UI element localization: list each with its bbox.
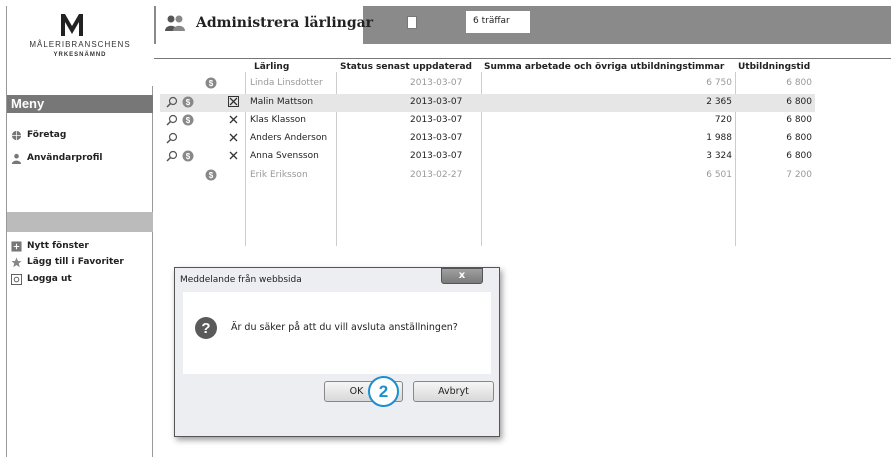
cell-hours: 720 xyxy=(714,115,732,125)
cell-utbildningstid: 6 800 xyxy=(786,97,812,107)
cell-hours: 2 365 xyxy=(706,97,732,107)
cell-status-date: 2013-03-07 xyxy=(410,97,463,107)
search-icon[interactable] xyxy=(166,114,178,126)
cell-hours: 6 750 xyxy=(706,78,732,88)
sidebar-item-logout[interactable]: Logga ut xyxy=(11,272,72,286)
dialog-title: Meddelande från webbsida xyxy=(180,275,302,285)
cell-status-date: 2013-03-07 xyxy=(410,115,463,125)
cell-status-date: 2013-03-07 xyxy=(410,151,463,161)
money-icon[interactable]: $ xyxy=(182,114,194,126)
star-icon xyxy=(11,256,22,267)
sidebar-divider-bar xyxy=(7,212,153,232)
page-title: Administrera lärlingar xyxy=(196,15,374,31)
cell-hours: 1 988 xyxy=(706,133,732,143)
confirm-dialog: Meddelande från webbsida x ? Är du säker… xyxy=(174,267,500,437)
svg-text:$: $ xyxy=(209,79,214,88)
cell-larling: Linda Linsdotter xyxy=(250,78,323,88)
svg-text:$: $ xyxy=(186,98,191,107)
sidebar-item-label: Nytt fönster xyxy=(27,241,89,251)
logo: MÅLERIBRANSCHENS YRKESNÄMND xyxy=(7,6,153,86)
money-icon[interactable]: $ xyxy=(182,150,194,162)
column-header-utbildningstid[interactable]: Utbildningstid xyxy=(738,62,810,72)
users-icon xyxy=(165,15,185,31)
search-icon[interactable] xyxy=(166,96,178,108)
money-icon[interactable]: $ xyxy=(205,77,217,89)
column-header-larling[interactable]: Lärling xyxy=(254,62,289,72)
table-row[interactable]: $ Linda Linsdotter 2013-03-07 6 750 6 800 xyxy=(160,75,815,93)
new-window-icon xyxy=(11,240,22,252)
table-row[interactable]: $ Klas Klasson 2013-03-07 720 6 800 xyxy=(160,112,815,130)
search-icon[interactable] xyxy=(166,150,178,162)
cell-hours: 6 501 xyxy=(706,170,732,180)
sidebar-item-foretag[interactable]: Företag xyxy=(11,128,66,142)
remove-icon[interactable] xyxy=(228,132,239,143)
cell-utbildningstid: 6 800 xyxy=(786,115,812,125)
logo-mark-icon xyxy=(61,14,83,36)
table-row[interactable]: $ Malin Mattson 2013-03-07 2 365 6 800 xyxy=(160,94,815,112)
cell-utbildningstid: 6 800 xyxy=(786,78,812,88)
sidebar-item-label: Företag xyxy=(27,130,67,140)
cell-larling: Malin Mattson xyxy=(250,97,314,107)
remove-icon[interactable] xyxy=(228,114,239,125)
cell-larling: Erik Eriksson xyxy=(250,170,308,180)
sidebar-item-anvandarprofil[interactable]: Användarprofil xyxy=(11,151,103,165)
cell-larling: Anders Anderson xyxy=(250,133,328,143)
cell-hours: 3 324 xyxy=(706,151,732,161)
logo-name: MÅLERIBRANSCHENS xyxy=(29,40,131,49)
document-icon[interactable] xyxy=(407,16,417,29)
table-row[interactable]: $ Anna Svensson 2013-03-07 3 324 6 800 xyxy=(160,148,815,166)
column-header-status[interactable]: Status senast uppdaterad xyxy=(340,62,472,72)
table-row[interactable]: Anders Anderson 2013-03-07 1 988 6 800 xyxy=(160,130,815,148)
header-divider xyxy=(154,58,891,59)
sidebar: MÅLERIBRANSCHENS YRKESNÄMND Meny Företag… xyxy=(6,6,153,457)
cell-utbildningstid: 6 800 xyxy=(786,133,812,143)
logout-icon xyxy=(11,273,22,285)
sidebar-item-favorites[interactable]: Lägg till i Favoriter xyxy=(11,255,124,269)
sidebar-item-label: Logga ut xyxy=(27,274,72,284)
svg-text:$: $ xyxy=(209,171,214,180)
svg-text:?: ? xyxy=(201,320,210,337)
remove-icon[interactable] xyxy=(228,150,239,161)
column-header-hours[interactable]: Summa arbetade och övriga utbildningstim… xyxy=(484,62,724,72)
sidebar-item-label: Användarprofil xyxy=(27,153,103,163)
cell-utbildningstid: 7 200 xyxy=(786,170,812,180)
menu-header: Meny xyxy=(7,95,153,113)
dialog-close-button[interactable]: x xyxy=(441,268,483,284)
search-icon[interactable] xyxy=(166,132,178,144)
money-icon[interactable]: $ xyxy=(182,96,194,108)
user-icon xyxy=(11,153,22,164)
cell-status-date: 2013-02-27 xyxy=(410,170,463,180)
step-callout-badge: 2 xyxy=(368,376,399,407)
globe-icon xyxy=(11,130,22,140)
dialog-body xyxy=(183,292,491,374)
table-row[interactable]: $ Erik Eriksson 2013-02-27 6 501 7 200 xyxy=(160,167,815,185)
cell-status-date: 2013-03-07 xyxy=(410,133,463,143)
logo-subtitle: YRKESNÄMND xyxy=(53,52,107,58)
sidebar-item-label: Lägg till i Favoriter xyxy=(27,257,124,267)
remove-icon[interactable] xyxy=(228,96,239,107)
svg-text:$: $ xyxy=(186,152,191,161)
cell-larling: Anna Svensson xyxy=(250,151,319,161)
cell-utbildningstid: 6 800 xyxy=(786,151,812,161)
sidebar-item-new-window[interactable]: Nytt fönster xyxy=(11,239,89,253)
svg-text:$: $ xyxy=(186,116,191,125)
dialog-message: Är du säker på att du vill avsluta anstä… xyxy=(231,322,458,333)
cell-status-date: 2013-03-07 xyxy=(410,78,463,88)
money-icon[interactable]: $ xyxy=(205,169,217,181)
question-icon: ? xyxy=(195,317,217,339)
hits-count: 6 träffar xyxy=(466,11,530,33)
cell-larling: Klas Klasson xyxy=(250,115,306,125)
cancel-button[interactable]: Avbryt xyxy=(413,381,494,402)
